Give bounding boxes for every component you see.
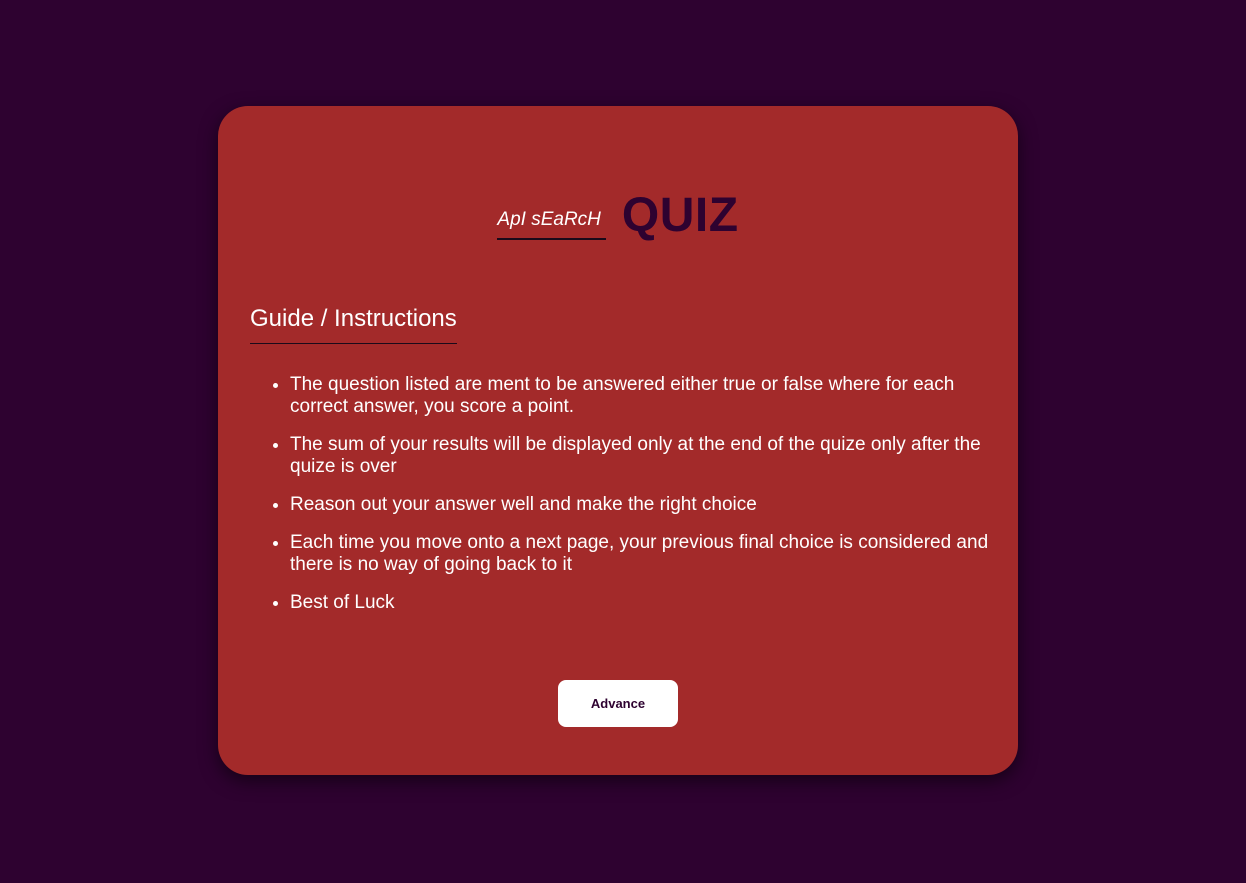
quiz-title: QUIZ (621, 189, 739, 242)
instruction-item: Reason out your answer well and make the… (290, 494, 1010, 516)
api-search-subtitle: ApI sEaRcH (497, 209, 606, 240)
instruction-item: The sum of your results will be displaye… (290, 434, 1010, 478)
instruction-item: Best of Luck (290, 592, 1010, 614)
title-row: ApI sEaRcH QUIZ (218, 188, 1018, 246)
instruction-item: The question listed are ment to be answe… (290, 374, 1010, 418)
guide-heading: Guide / Instructions (250, 305, 457, 344)
instruction-item: Each time you move onto a next page, you… (290, 532, 1010, 576)
quiz-card: ApI sEaRcH QUIZ Guide / Instructions The… (218, 106, 1018, 775)
advance-button[interactable]: Advance (558, 680, 678, 727)
instructions-list: The question listed are ment to be answe… (250, 374, 1010, 630)
